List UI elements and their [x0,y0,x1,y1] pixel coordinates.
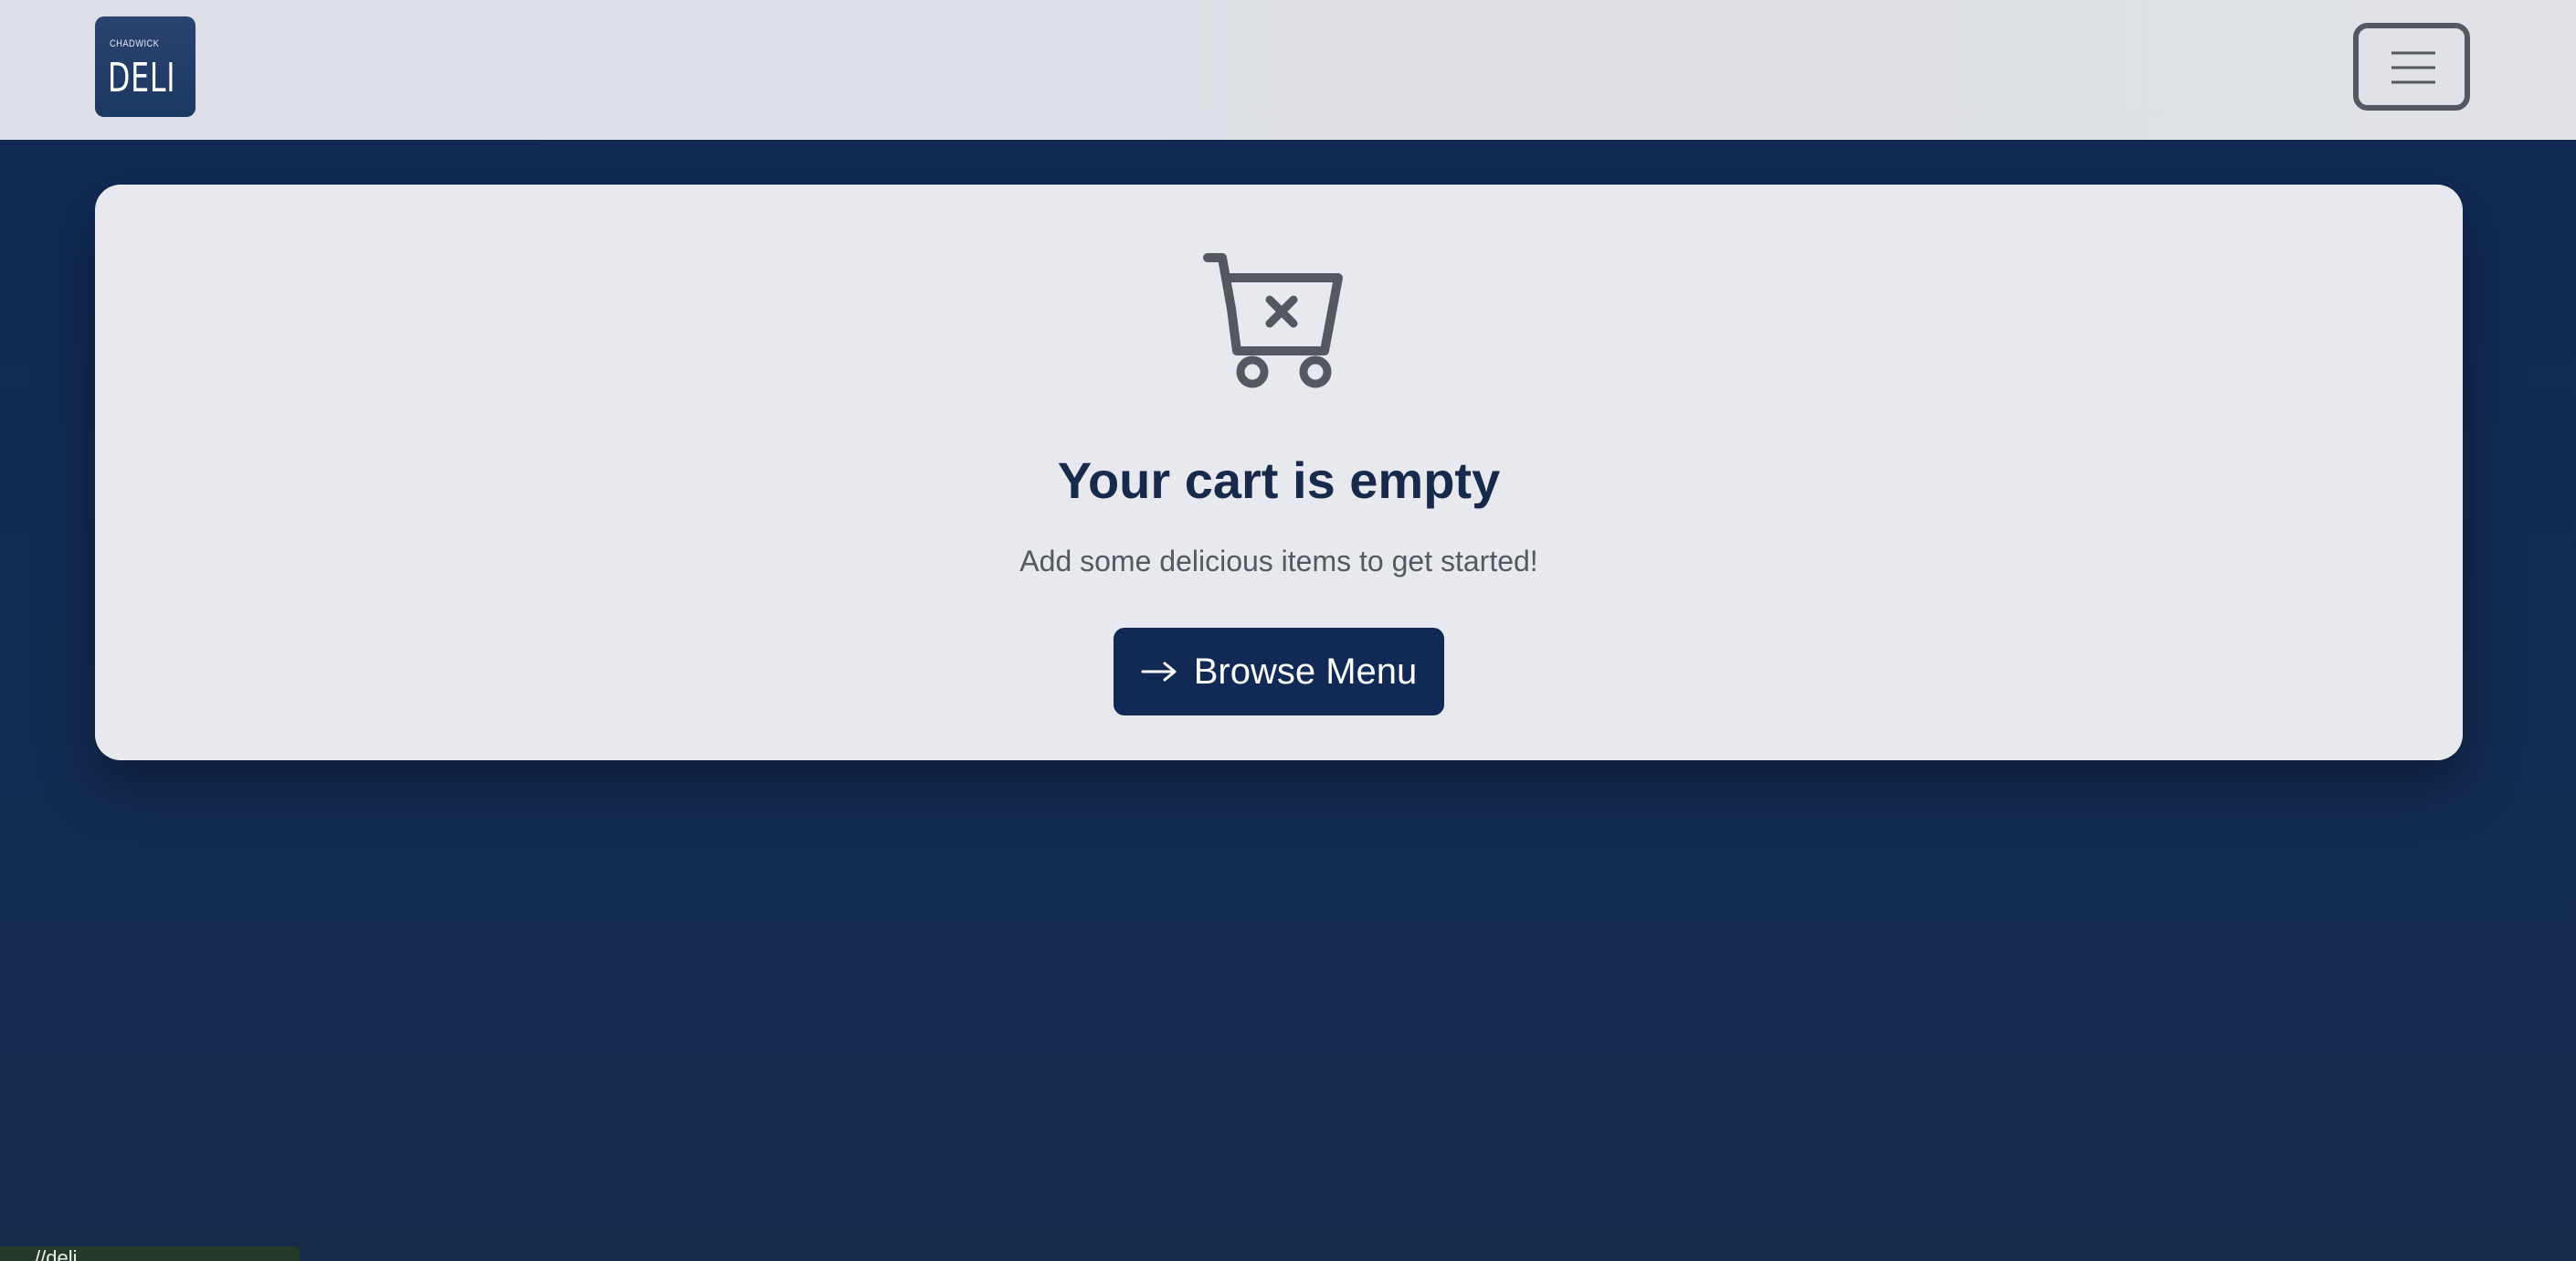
empty-cart-message: Add some delicious items to get started! [1019,545,1538,578]
hamburger-icon [2391,51,2435,84]
menu-toggle-button[interactable] [2353,23,2470,111]
browse-menu-button[interactable]: Browse Menu [1114,628,1444,715]
browse-menu-label: Browse Menu [1193,651,1418,692]
logo-big-text: DELI [108,55,176,101]
arrow-right-icon [1141,662,1177,682]
navbar: CHADWICK DELI [0,0,2576,140]
status-bar-url: //deli [0,1246,300,1261]
cart-x-icon [1203,253,1343,388]
empty-cart-title: Your cart is empty [1057,451,1501,509]
brand-logo[interactable]: CHADWICK DELI [95,16,195,117]
logo-small-text: CHADWICK [110,38,160,49]
